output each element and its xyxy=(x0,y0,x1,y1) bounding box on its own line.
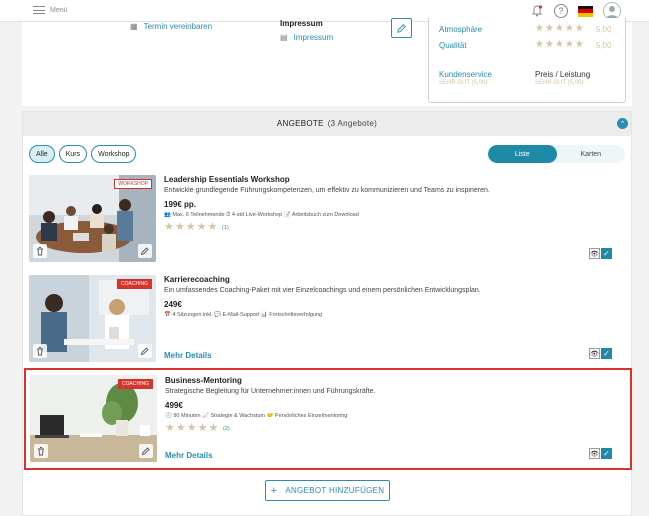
offer-card: WORKSHOP Leadership Essentials Workshop … xyxy=(28,172,628,266)
more-details-link[interactable]: Mehr Details xyxy=(164,351,212,360)
offer-title: Karrierecoaching xyxy=(164,275,230,284)
edit-offer-button[interactable] xyxy=(139,444,153,458)
visible-checkbox[interactable]: ✓ xyxy=(601,348,612,359)
rating-stars-quality: ★★★★★ xyxy=(535,39,585,50)
profile-info-section: ▦ Termin vereinbaren Impressum ▤ Impress… xyxy=(22,18,632,106)
edit-offer-button[interactable] xyxy=(138,244,152,258)
impressum-heading: Impressum xyxy=(280,19,323,28)
offer-features: 👥 Max. 6 Teilnehmende ⏱ 4-std Live-Works… xyxy=(164,212,359,218)
offer-stars: ★★★★★ xyxy=(165,422,220,434)
offer-description: Entwickle grundlegende Führungskompetenz… xyxy=(164,187,490,194)
more-details-link[interactable]: Mehr Details xyxy=(165,451,213,460)
offer-price: 499€ xyxy=(165,401,183,410)
pencil-icon xyxy=(140,247,149,256)
menu-button[interactable]: Menü xyxy=(33,6,68,14)
offer-tag: WORKSHOP xyxy=(114,179,152,189)
preis-label: Preis / Leistung xyxy=(535,70,591,79)
offer-stars: ★★★★★ xyxy=(164,221,219,233)
collapse-chevron-icon[interactable]: ⌃ xyxy=(617,118,628,129)
german-flag-icon[interactable] xyxy=(578,5,593,17)
kundenservice-label: Kundenservice xyxy=(439,70,492,79)
pencil-icon xyxy=(141,447,150,456)
visible-checkbox[interactable]: ✓ xyxy=(601,248,612,259)
trash-icon xyxy=(37,347,43,356)
rating-value-quality: 5,00 xyxy=(596,41,612,50)
eye-icon[interactable]: 👁 xyxy=(589,348,600,359)
ratings-card: Atmosphäre ★★★★★ 5,00 Qualität ★★★★★ 5,0… xyxy=(428,18,626,103)
pencil-icon xyxy=(397,23,406,33)
menu-label: Menü xyxy=(50,6,68,14)
offer-filters: Alle Kurs Workshop xyxy=(29,145,137,163)
edit-info-button[interactable] xyxy=(391,18,412,38)
offers-header: ANGEBOTE (3 Angebote) ⌃ xyxy=(23,112,631,136)
rating-value-atmosphere: 5,00 xyxy=(596,25,612,34)
hamburger-icon xyxy=(33,6,45,14)
calendar-icon: ▦ xyxy=(130,22,138,31)
view-toggle: Liste Karten xyxy=(488,145,625,163)
eye-icon[interactable]: 👁 xyxy=(589,448,600,459)
trash-icon xyxy=(38,447,44,456)
preis-value: SEHR GUT (5,00) xyxy=(535,80,584,86)
offer-price: 249€ xyxy=(164,300,182,309)
filter-all[interactable]: Alle xyxy=(29,145,55,163)
offer-tag: COACHING xyxy=(117,279,152,289)
delete-offer-button[interactable] xyxy=(34,444,48,458)
filter-workshop[interactable]: Workshop xyxy=(91,145,137,163)
offer-card: COACHING Karrierecoaching Ein umfassende… xyxy=(28,272,628,366)
rating-label-atmosphere: Atmosphäre xyxy=(439,25,483,34)
offer-title: Business-Mentoring xyxy=(165,376,242,385)
edit-offer-button[interactable] xyxy=(138,344,152,358)
eye-icon[interactable]: 👁 xyxy=(589,248,600,259)
document-icon: ▤ xyxy=(280,33,288,42)
offer-features: 🕘 90 Minuten 📈 Strategie & Wachstum 🤝 Pe… xyxy=(165,413,348,419)
offer-review-count[interactable]: (2) xyxy=(223,426,230,432)
trash-icon xyxy=(37,247,43,256)
rating-stars-atmosphere: ★★★★★ xyxy=(535,23,585,34)
offer-card-selected: COACHING Business-Mentoring Strategische… xyxy=(24,368,632,470)
offer-title: Leadership Essentials Workshop xyxy=(164,175,290,184)
kundenservice-value: SEHR GUT (5,00) xyxy=(439,80,488,86)
view-cards-button[interactable]: Karten xyxy=(557,145,626,163)
offer-description: Ein umfassendes Coaching-Paket mit vier … xyxy=(164,287,481,294)
offer-image: COACHING xyxy=(30,375,157,462)
help-icon[interactable]: ? xyxy=(554,4,568,18)
offers-count: (3 Angebote) xyxy=(327,119,378,128)
offer-image: WORKSHOP xyxy=(29,175,156,262)
visible-checkbox[interactable]: ✓ xyxy=(601,448,612,459)
delete-offer-button[interactable] xyxy=(33,244,47,258)
add-offer-button[interactable]: + ANGEBOT HINZUFÜGEN xyxy=(265,480,390,501)
filter-kurs[interactable]: Kurs xyxy=(58,145,88,163)
rating-label-quality: Qualität xyxy=(439,41,467,50)
offers-title: ANGEBOTE xyxy=(276,119,324,128)
offer-features: 📅 4 Sitzungen inkl. 💬 E-Mail-Support 📊 F… xyxy=(164,312,323,318)
offer-tag: COACHING xyxy=(118,379,153,389)
offers-panel: ANGEBOTE (3 Angebote) ⌃ Alle Kurs Worksho… xyxy=(22,111,632,516)
offer-description: Strategische Begleitung für Unternehmer:… xyxy=(165,388,376,395)
offer-price: 199€ pp. xyxy=(164,200,197,209)
offer-review-count[interactable]: (1) xyxy=(222,225,229,231)
delete-offer-button[interactable] xyxy=(33,344,47,358)
appointment-link[interactable]: ▦ Termin vereinbaren xyxy=(130,22,212,31)
plus-icon: + xyxy=(270,484,278,497)
pencil-icon xyxy=(140,347,149,356)
impressum-link[interactable]: ▤ Impressum xyxy=(280,33,333,42)
bell-icon[interactable] xyxy=(530,4,544,18)
view-list-button[interactable]: Liste xyxy=(488,145,557,163)
offer-image: COACHING xyxy=(29,275,156,362)
